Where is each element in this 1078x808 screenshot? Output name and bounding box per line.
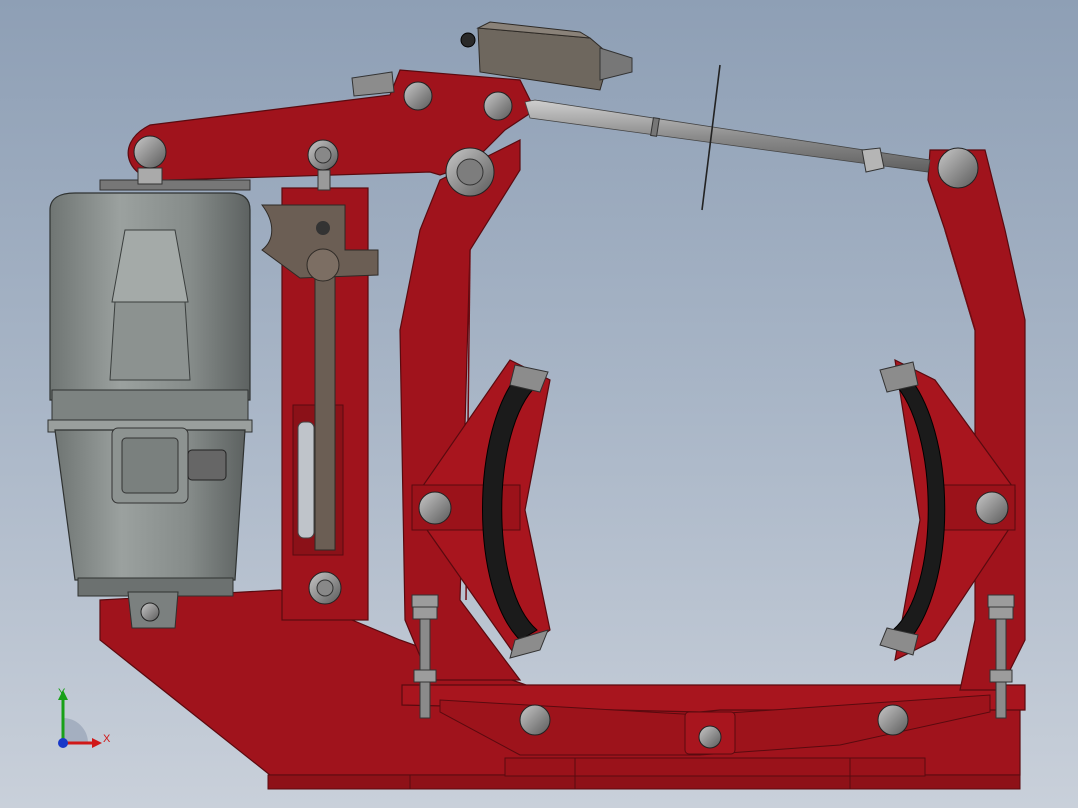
pin-base-left bbox=[519, 704, 551, 736]
pin-bracket-bottom bbox=[308, 571, 342, 605]
z-axis-dot bbox=[58, 738, 68, 748]
pin-left-shoe bbox=[418, 491, 452, 525]
pin-motor-foot bbox=[140, 602, 160, 622]
pin-bracket-upper bbox=[316, 221, 330, 235]
pivot-bracket bbox=[260, 169, 379, 621]
thruster-motor bbox=[47, 167, 253, 629]
brake-assembly-model[interactable] bbox=[0, 0, 1078, 808]
pin-base-right bbox=[877, 704, 909, 736]
pin-lever-mid bbox=[307, 139, 339, 171]
pin-left-arm-top bbox=[445, 147, 495, 197]
y-axis-label: Y bbox=[58, 687, 66, 699]
cad-viewport[interactable]: X Y bbox=[0, 0, 1078, 808]
pin-lever-left bbox=[133, 135, 167, 169]
x-axis-head bbox=[92, 738, 102, 748]
pin-lever-a bbox=[403, 81, 433, 111]
triad-arc bbox=[63, 718, 88, 743]
pin-right-shoe bbox=[975, 491, 1009, 525]
pin-lever-b bbox=[483, 91, 513, 121]
x-axis-label: X bbox=[103, 733, 111, 745]
pin-base-center bbox=[698, 725, 722, 749]
pin-right-arm-top bbox=[937, 147, 979, 189]
